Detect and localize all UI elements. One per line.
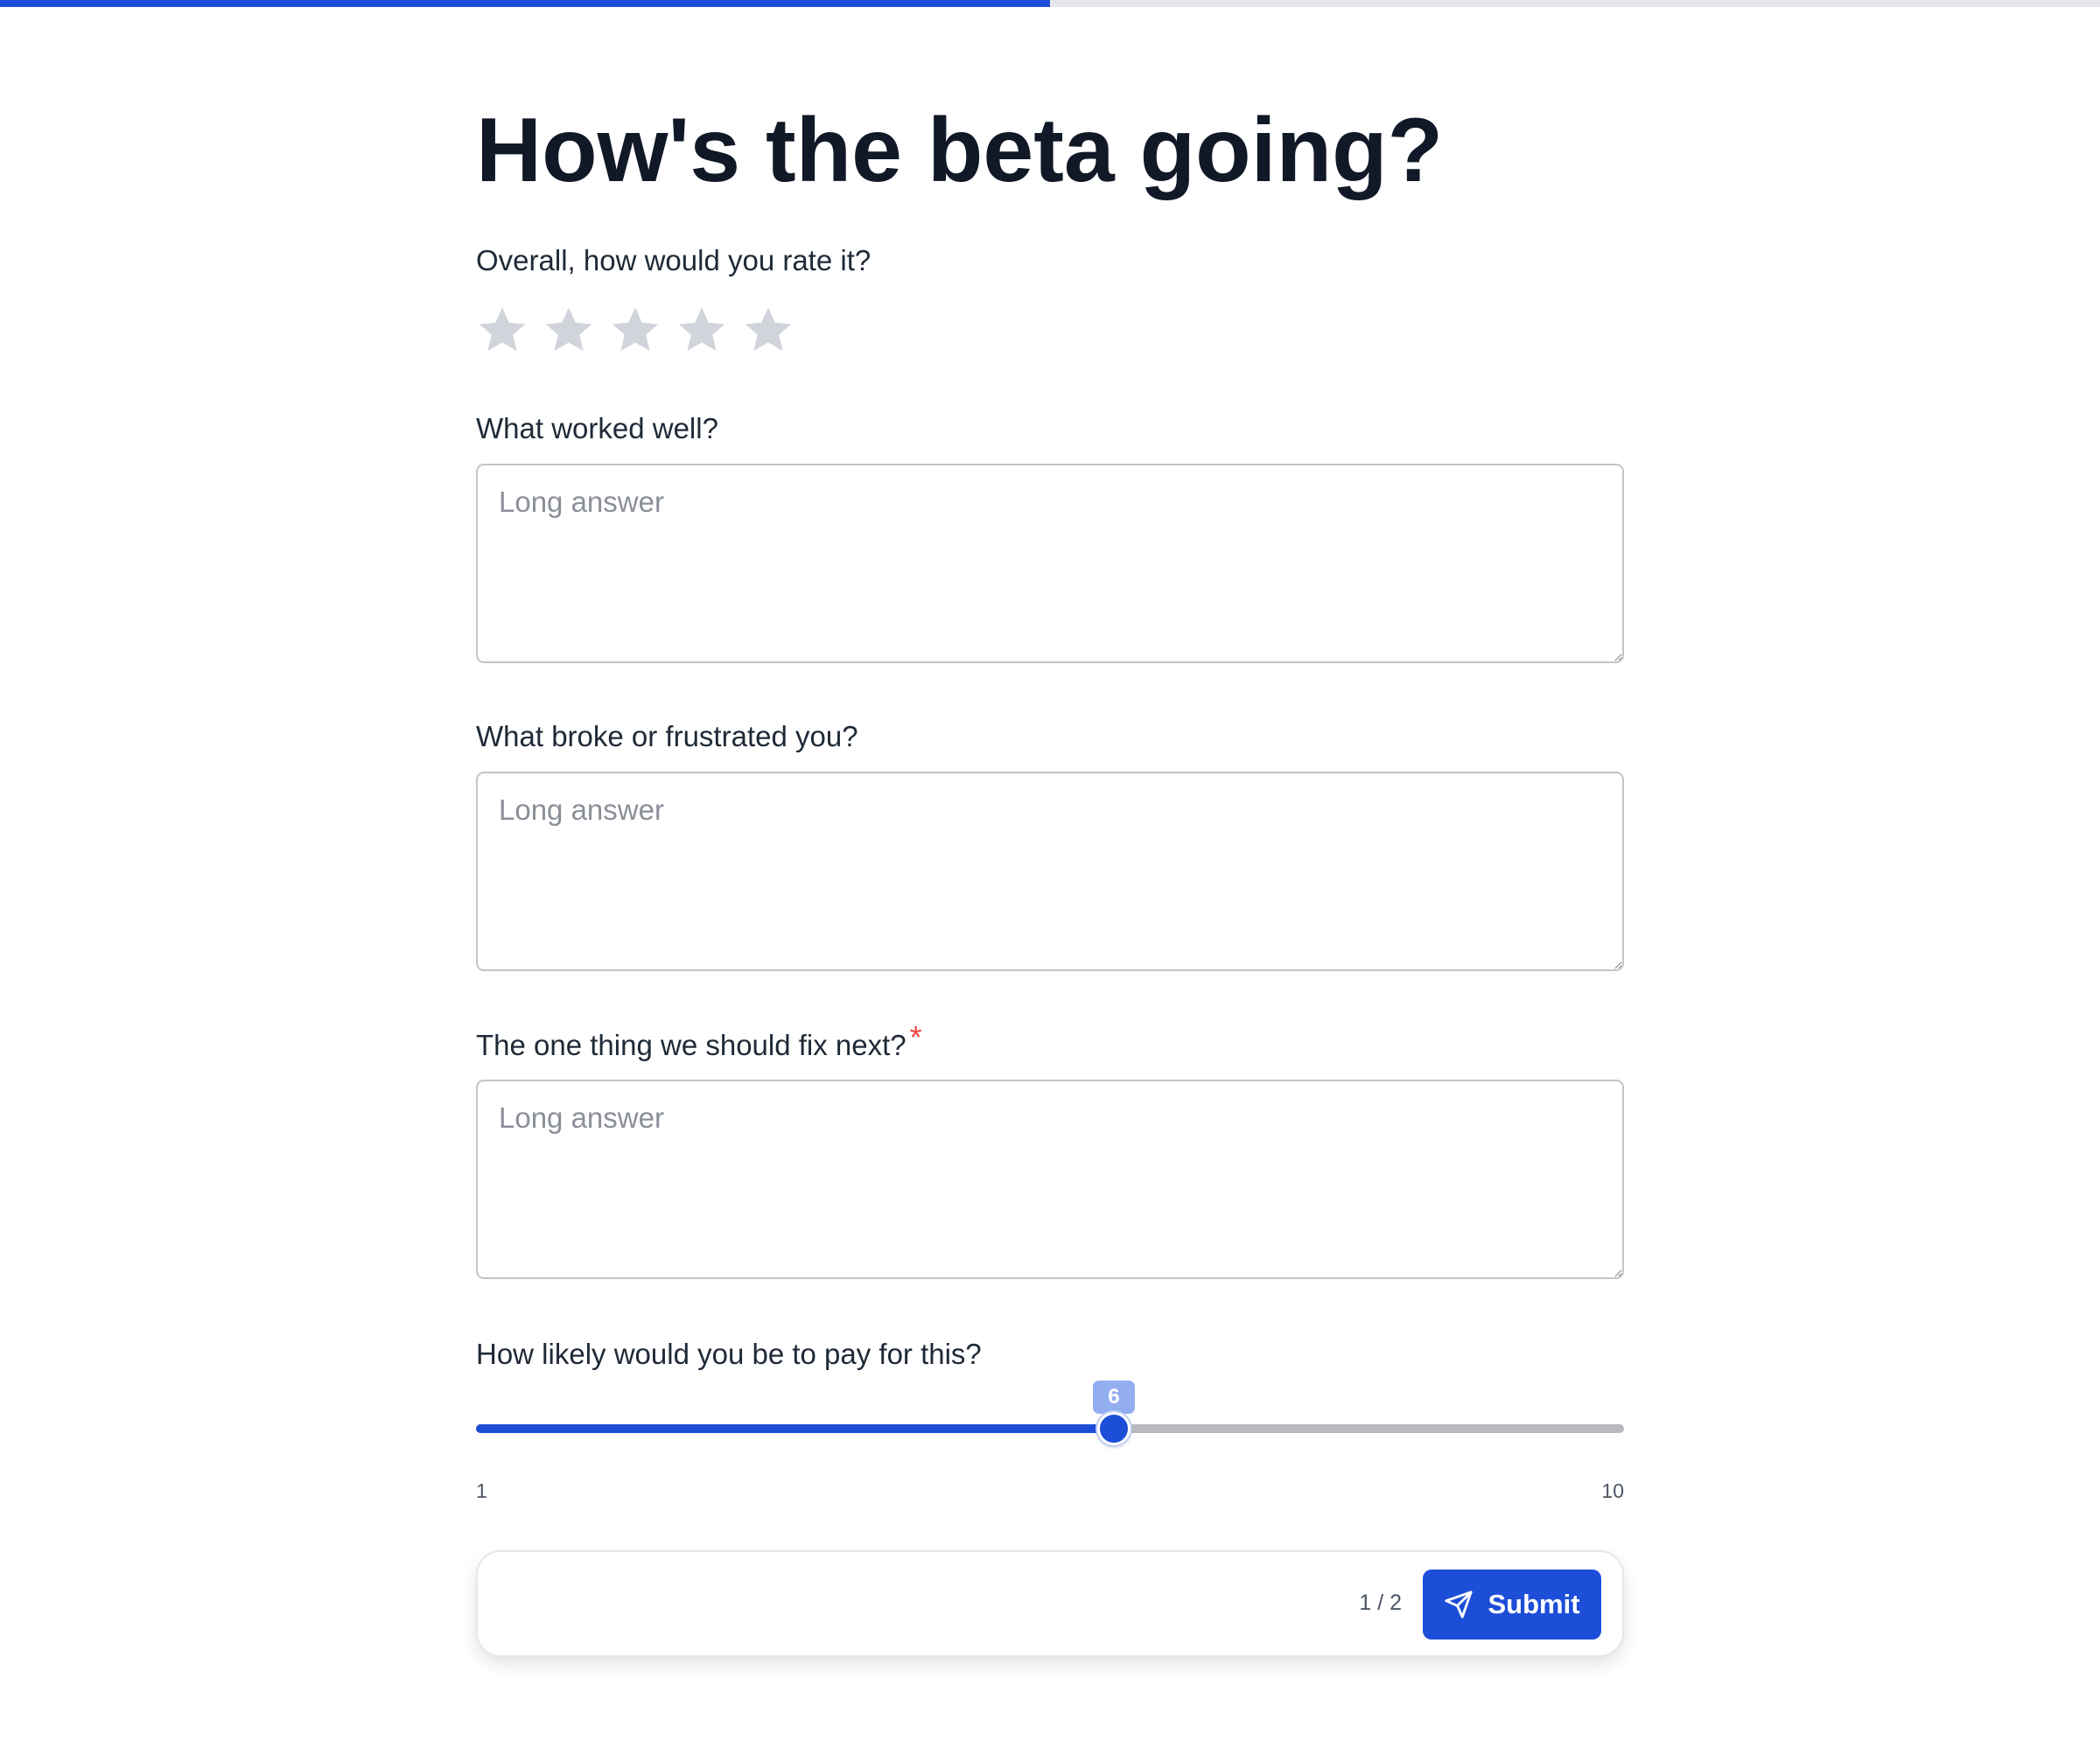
slider-min-label: 1 (476, 1479, 487, 1502)
slider-fill (476, 1424, 1114, 1433)
pay-likelihood-slider[interactable]: 6 (476, 1379, 1624, 1484)
slider-label: How likely would you be to pay for this? (476, 1338, 982, 1370)
q3-label: The one thing we should fix next? * (476, 1020, 922, 1063)
page-indicator: 1 / 2 (1359, 1591, 1402, 1615)
form-footer: 1 / 2 Submit (476, 1550, 1624, 1657)
slider-value-bubble: 6 (1092, 1381, 1135, 1414)
slider-max-label: 10 (1601, 1479, 1624, 1502)
star-icon[interactable] (676, 303, 728, 357)
star-icon[interactable] (609, 303, 662, 357)
progress-bar-fill (0, 0, 1050, 7)
submit-button[interactable]: Submit (1423, 1570, 1601, 1640)
page-title: How's the beta going? (476, 100, 1444, 201)
send-icon (1444, 1590, 1474, 1619)
q2-label: What broke or frustrated you? (476, 720, 858, 752)
q3-label-text: The one thing we should fix next? (476, 1029, 906, 1061)
what-broke-field[interactable] (476, 772, 1624, 971)
rating-label: Overall, how would you rate it? (476, 244, 872, 276)
star-rating (476, 303, 794, 364)
what-worked-well-field[interactable] (476, 464, 1624, 663)
star-icon[interactable] (542, 303, 595, 357)
slider-track[interactable] (476, 1424, 1624, 1433)
fix-next-field[interactable] (476, 1080, 1624, 1279)
submit-label: Submit (1488, 1589, 1580, 1619)
progress-bar (0, 0, 2100, 7)
slider-thumb[interactable] (1096, 1412, 1130, 1445)
star-icon[interactable] (742, 303, 794, 357)
star-icon[interactable] (476, 303, 528, 357)
required-marker: * (909, 1019, 922, 1055)
q1-label: What worked well? (476, 412, 718, 444)
